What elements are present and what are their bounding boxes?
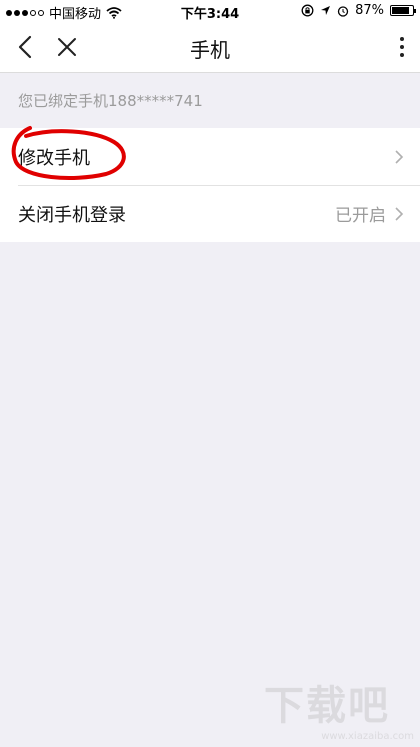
battery-fill <box>392 7 410 14</box>
bound-phone-hint: 您已绑定手机188*****741 <box>18 92 203 110</box>
watermark-url: www.xiazaiba.com <box>321 731 414 742</box>
chevron-right-icon <box>395 206 404 221</box>
change-phone-label: 修改手机 <box>18 147 90 169</box>
change-phone-item[interactable]: 修改手机 <box>0 128 420 185</box>
alarm-icon <box>337 5 349 17</box>
page-title: 手机 <box>190 38 230 62</box>
navigation-bar: 手机 <box>0 22 420 73</box>
watermark: 下载吧 www.xiazaiba.com <box>264 673 414 742</box>
phone-login-label: 关闭手机登录 <box>18 204 126 226</box>
phone-login-status: 已开启 <box>335 206 386 226</box>
watermark-text: 下载吧 <box>264 683 390 729</box>
battery-icon <box>390 5 416 16</box>
more-vertical-icon[interactable] <box>398 35 406 59</box>
settings-list: 修改手机 关闭手机登录 已开启 <box>0 128 420 242</box>
rotation-lock-icon <box>301 4 314 17</box>
status-bar: 中国移动 下午3:44 87% <box>0 0 420 22</box>
location-icon <box>321 6 331 15</box>
chevron-right-icon <box>395 149 404 164</box>
phone-login-toggle-item[interactable]: 关闭手机登录 已开启 <box>0 185 420 242</box>
status-bar-right: 87% <box>301 3 416 18</box>
battery-percent: 87% <box>355 3 384 18</box>
